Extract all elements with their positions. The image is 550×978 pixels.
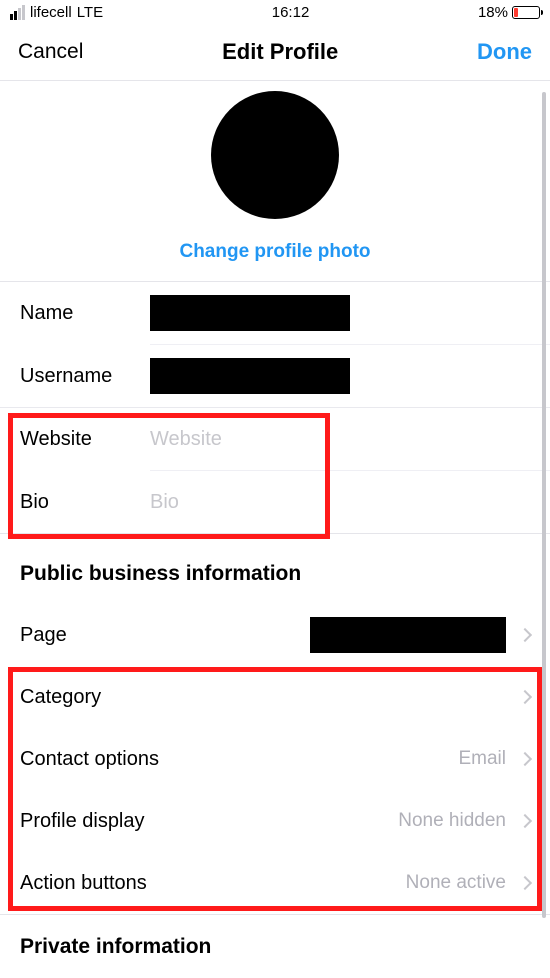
bio-row[interactable]: Bio Bio [0, 471, 550, 533]
chevron-right-icon [518, 876, 532, 890]
avatar-section: Change profile photo [0, 81, 550, 281]
action-label: Action buttons [20, 872, 406, 895]
display-label: Profile display [20, 810, 398, 833]
category-label: Category [20, 686, 520, 709]
carrier-text: lifecell [30, 4, 72, 21]
username-label: Username [20, 365, 150, 388]
nav-bar: Cancel Edit Profile Done [0, 24, 550, 80]
private-info-header: Private information [0, 915, 550, 977]
page-value-redacted [310, 617, 506, 653]
network-text: LTE [77, 4, 103, 21]
website-row[interactable]: Website Website [0, 408, 550, 470]
username-row[interactable]: Username [0, 345, 550, 407]
contact-options-row[interactable]: Contact options Email [0, 728, 550, 790]
status-bar: lifecell LTE 16:12 18% [0, 0, 550, 24]
chevron-right-icon [518, 690, 532, 704]
action-value: None active [406, 872, 506, 894]
name-value-redacted [150, 295, 350, 331]
profile-display-row[interactable]: Profile display None hidden [0, 790, 550, 852]
bio-label: Bio [20, 491, 150, 514]
scroll-indicator [542, 92, 546, 918]
chevron-right-icon [518, 628, 532, 642]
website-input[interactable]: Website [150, 428, 530, 451]
name-label: Name [20, 302, 150, 325]
name-row[interactable]: Name [0, 282, 550, 344]
page-title: Edit Profile [222, 39, 338, 65]
username-value-redacted [150, 358, 350, 394]
done-button[interactable]: Done [477, 39, 532, 65]
public-business-header: Public business information [0, 534, 550, 604]
status-time: 16:12 [272, 4, 310, 21]
change-photo-button[interactable]: Change profile photo [179, 241, 370, 263]
signal-icon [10, 5, 25, 20]
contact-value: Email [458, 748, 506, 770]
chevron-right-icon [518, 814, 532, 828]
cancel-button[interactable]: Cancel [18, 40, 83, 64]
battery-percent: 18% [478, 4, 508, 21]
action-buttons-row[interactable]: Action buttons None active [0, 852, 550, 914]
category-row[interactable]: Category [0, 666, 550, 728]
page-row[interactable]: Page [0, 604, 550, 666]
avatar[interactable] [211, 91, 339, 219]
website-label: Website [20, 428, 150, 451]
chevron-right-icon [518, 752, 532, 766]
contact-label: Contact options [20, 748, 458, 771]
display-value: None hidden [398, 810, 506, 832]
battery-icon [512, 6, 540, 19]
page-label: Page [20, 624, 310, 647]
bio-input[interactable]: Bio [150, 491, 530, 514]
